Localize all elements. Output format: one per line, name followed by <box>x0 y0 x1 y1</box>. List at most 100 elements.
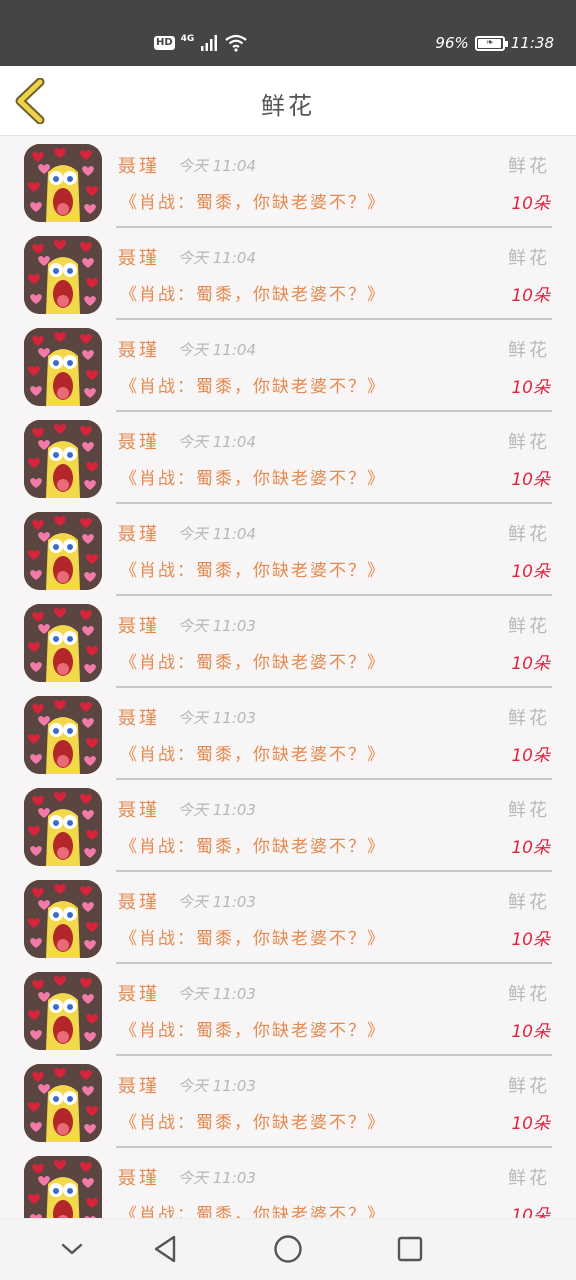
gift-message: 《肖战：蜀黍，你缺老婆不？》 <box>120 1205 386 1218</box>
list-item[interactable]: 聂瑾 今天 11:04 鲜花 《肖战：蜀黍，你缺老婆不？》 10朵 <box>0 504 576 596</box>
gift-type: 鲜花 <box>508 248 550 269</box>
gift-message: 《肖战：蜀黍，你缺老婆不？》 <box>120 837 386 857</box>
list-item[interactable]: 聂瑾 今天 11:04 鲜花 《肖战：蜀黍，你缺老婆不？》 10朵 <box>0 228 576 320</box>
avatar[interactable] <box>24 328 102 406</box>
nav-home-button[interactable] <box>272 1233 304 1265</box>
gift-message: 《肖战：蜀黍，你缺老婆不？》 <box>120 653 386 673</box>
gift-record-list[interactable]: 聂瑾 今天 11:04 鲜花 《肖战：蜀黍，你缺老婆不？》 10朵 聂瑾 今天 … <box>0 136 576 1218</box>
send-time: 今天 11:04 <box>178 249 256 267</box>
back-triangle-icon <box>154 1235 176 1263</box>
list-item[interactable]: 聂瑾 今天 11:03 鲜花 《肖战：蜀黍，你缺老婆不？》 10朵 <box>0 596 576 688</box>
spongebob-avatar-image <box>24 512 102 590</box>
send-time: 今天 11:03 <box>178 985 256 1003</box>
avatar[interactable] <box>24 972 102 1050</box>
spongebob-avatar-image <box>24 1156 102 1218</box>
send-time: 今天 11:04 <box>178 525 256 543</box>
avatar[interactable] <box>24 512 102 590</box>
status-left-group: HD 4G <box>154 30 248 56</box>
avatar[interactable] <box>24 236 102 314</box>
avatar[interactable] <box>24 604 102 682</box>
gift-count: 10朵 <box>511 838 550 858</box>
sender-name: 聂瑾 <box>118 800 160 821</box>
gift-count: 10朵 <box>511 746 550 766</box>
sender-name: 聂瑾 <box>118 340 160 361</box>
gift-message: 《肖战：蜀黍，你缺老婆不？》 <box>120 469 386 489</box>
gift-message: 《肖战：蜀黍，你缺老婆不？》 <box>120 377 386 397</box>
system-nav-bar <box>0 1218 576 1280</box>
list-item[interactable]: 聂瑾 今天 11:03 鲜花 《肖战：蜀黍，你缺老婆不？》 10朵 <box>0 780 576 872</box>
sender-name: 聂瑾 <box>118 248 160 269</box>
gift-message: 《肖战：蜀黍，你缺老婆不？》 <box>120 1021 386 1041</box>
gift-type: 鲜花 <box>508 524 550 545</box>
gift-count: 10朵 <box>511 562 550 582</box>
gift-message: 《肖战：蜀黍，你缺老婆不？》 <box>120 285 386 305</box>
hd-badge: HD <box>154 36 175 50</box>
gift-type: 鲜花 <box>508 708 550 729</box>
gift-count: 10朵 <box>511 194 550 214</box>
gift-type: 鲜花 <box>508 892 550 913</box>
spongebob-avatar-image <box>24 236 102 314</box>
spongebob-avatar-image <box>24 328 102 406</box>
list-item[interactable]: 聂瑾 今天 11:04 鲜花 《肖战：蜀黍，你缺老婆不？》 10朵 <box>0 412 576 504</box>
avatar[interactable] <box>24 420 102 498</box>
battery-percent: 96% <box>435 34 469 52</box>
gift-count: 10朵 <box>511 1114 550 1134</box>
sender-name: 聂瑾 <box>118 524 160 545</box>
list-item[interactable]: 聂瑾 今天 11:03 鲜花 《肖战：蜀黍，你缺老婆不？》 10朵 <box>0 872 576 964</box>
nav-recents-button[interactable] <box>394 1233 426 1265</box>
gift-type: 鲜花 <box>508 156 550 177</box>
network-type-label: 4G <box>180 33 195 44</box>
clock: 11:38 <box>510 34 554 52</box>
gift-type: 鲜花 <box>508 340 550 361</box>
avatar[interactable] <box>24 880 102 958</box>
list-item[interactable]: 聂瑾 今天 11:03 鲜花 《肖战：蜀黍，你缺老婆不？》 10朵 <box>0 1056 576 1148</box>
sender-name: 聂瑾 <box>118 432 160 453</box>
hide-nav-button[interactable] <box>56 1233 88 1265</box>
send-time: 今天 11:03 <box>178 893 256 911</box>
gift-count: 10朵 <box>511 286 550 306</box>
sender-name: 聂瑾 <box>118 1168 160 1189</box>
list-item[interactable]: 聂瑾 今天 11:03 鲜花 《肖战：蜀黍，你缺老婆不？》 10朵 <box>0 1148 576 1218</box>
avatar[interactable] <box>24 144 102 222</box>
gift-type: 鲜花 <box>508 616 550 637</box>
gift-type: 鲜花 <box>508 984 550 1005</box>
chevron-down-icon <box>61 1243 83 1255</box>
gift-type: 鲜花 <box>508 800 550 821</box>
list-item[interactable]: 聂瑾 今天 11:04 鲜花 《肖战：蜀黍，你缺老婆不？》 10朵 <box>0 320 576 412</box>
recents-square-icon <box>397 1236 423 1262</box>
list-item[interactable]: 聂瑾 今天 11:04 鲜花 《肖战：蜀黍，你缺老婆不？》 10朵 <box>0 136 576 228</box>
avatar[interactable] <box>24 1064 102 1142</box>
avatar[interactable] <box>24 1156 102 1218</box>
gift-type: 鲜花 <box>508 1168 550 1189</box>
gift-message: 《肖战：蜀黍，你缺老婆不？》 <box>120 561 386 581</box>
spongebob-avatar-image <box>24 696 102 774</box>
sender-name: 聂瑾 <box>118 708 160 729</box>
gift-count: 10朵 <box>511 470 550 490</box>
avatar[interactable] <box>24 696 102 774</box>
signal-icon <box>201 35 218 51</box>
gift-count: 10朵 <box>511 654 550 674</box>
gift-message: 《肖战：蜀黍，你缺老婆不？》 <box>120 193 386 213</box>
gift-count: 10朵 <box>511 930 550 950</box>
spongebob-avatar-image <box>24 144 102 222</box>
nav-back-button[interactable] <box>150 1233 182 1265</box>
gift-count: 10朵 <box>511 1206 550 1218</box>
avatar[interactable] <box>24 788 102 866</box>
send-time: 今天 11:03 <box>178 1169 256 1187</box>
sender-name: 聂瑾 <box>118 1076 160 1097</box>
gift-message: 《肖战：蜀黍，你缺老婆不？》 <box>120 929 386 949</box>
gift-message: 《肖战：蜀黍，你缺老婆不？》 <box>120 745 386 765</box>
gift-message: 《肖战：蜀黍，你缺老婆不？》 <box>120 1113 386 1133</box>
gift-type: 鲜花 <box>508 432 550 453</box>
spongebob-avatar-image <box>24 788 102 866</box>
spongebob-avatar-image <box>24 604 102 682</box>
list-item[interactable]: 聂瑾 今天 11:03 鲜花 《肖战：蜀黍，你缺老婆不？》 10朵 <box>0 964 576 1056</box>
send-time: 今天 11:04 <box>178 157 256 175</box>
sender-name: 聂瑾 <box>118 156 160 177</box>
status-right-group: 96% ❧ 11:38 <box>435 30 554 56</box>
gift-count: 10朵 <box>511 378 550 398</box>
sender-name: 聂瑾 <box>118 892 160 913</box>
spongebob-avatar-image <box>24 972 102 1050</box>
gift-count: 10朵 <box>511 1022 550 1042</box>
list-item[interactable]: 聂瑾 今天 11:03 鲜花 《肖战：蜀黍，你缺老婆不？》 10朵 <box>0 688 576 780</box>
